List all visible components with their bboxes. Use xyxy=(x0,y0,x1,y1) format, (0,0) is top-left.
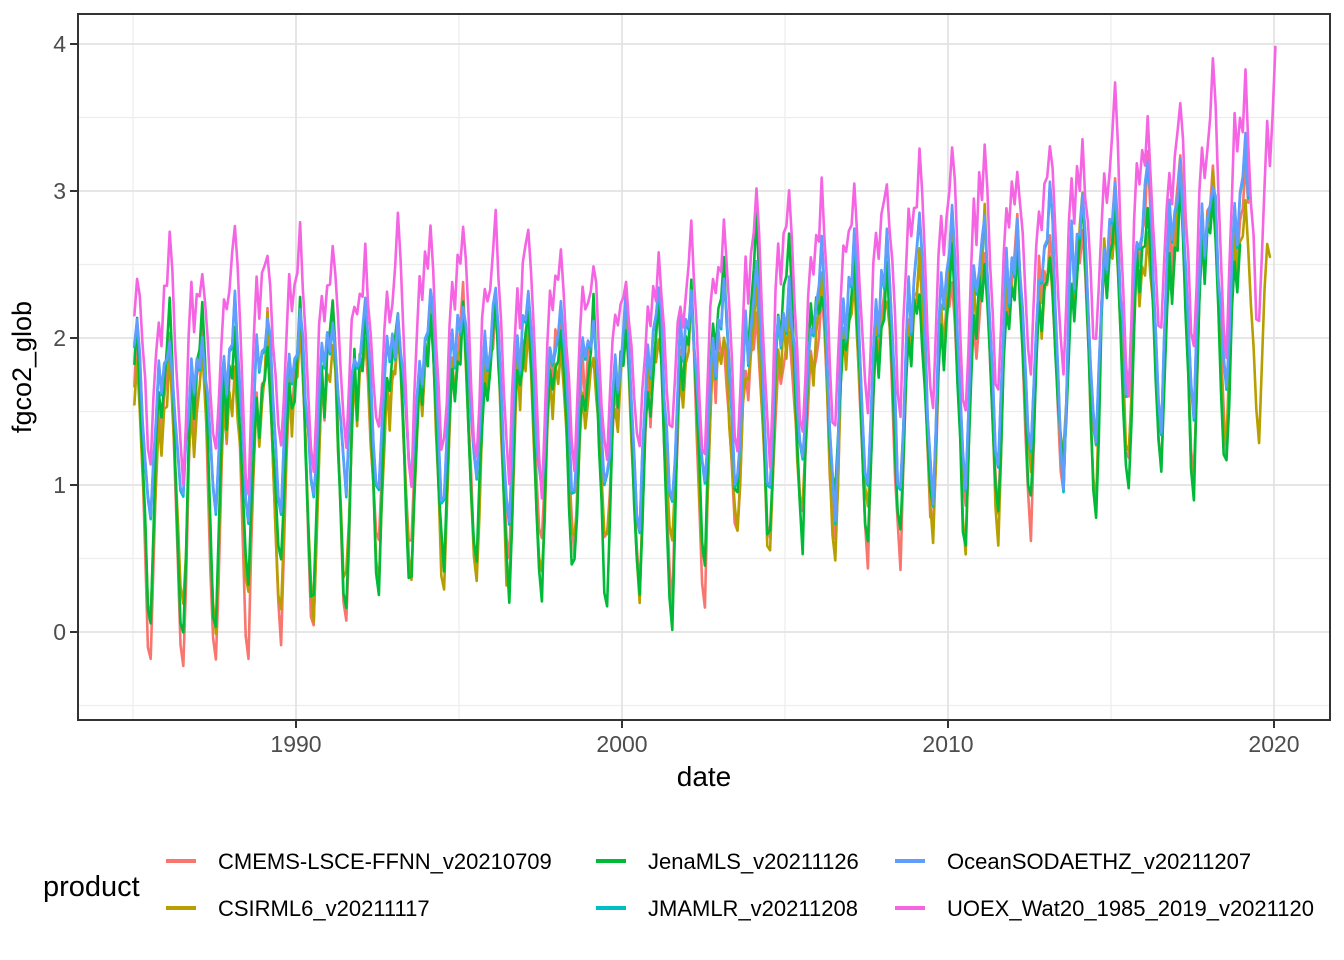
y-tick-label: 2 xyxy=(53,325,66,351)
x-tick-label: 2010 xyxy=(922,731,973,757)
x-tick-labels: 1990 2000 2010 2020 xyxy=(270,731,1299,757)
legend-label: CMEMS-LSCE-FFNN_v20210709 xyxy=(218,849,552,874)
x-tick-label: 2000 xyxy=(596,731,647,757)
chart-svg: 1990 2000 2010 2020 0 1 2 3 4 date fgco2_glob p… xyxy=(0,0,1344,960)
legend-title: product xyxy=(43,871,140,903)
legend-label: OceanSODAETHZ_v20211207 xyxy=(947,849,1251,874)
x-tick-label: 1990 xyxy=(270,731,321,757)
y-axis-label: fgco2_glob xyxy=(7,301,37,433)
x-tick-label: 2020 xyxy=(1248,731,1299,757)
y-tick-label: 0 xyxy=(53,619,66,645)
y-tick-label: 1 xyxy=(53,472,66,498)
legend-label: CSIRML6_v20211117 xyxy=(218,896,430,921)
y-tick-label: 4 xyxy=(53,31,66,57)
legend-label: JenaMLS_v20211126 xyxy=(648,849,859,874)
legend-entries: CMEMS-LSCE-FFNN_v20210709 CSIRML6_v202111… xyxy=(166,849,1314,921)
x-axis-label: date xyxy=(677,761,732,792)
y-tick-labels: 0 1 2 3 4 xyxy=(53,31,66,645)
plot-page: 1990 2000 2010 2020 0 1 2 3 4 date fgco2_glob p… xyxy=(0,0,1344,960)
legend: product CMEMS-LSCE-FFNN_v20210709 CSIRML6… xyxy=(43,849,1314,921)
y-tick-label: 3 xyxy=(53,178,66,204)
legend-label: JMAMLR_v20211208 xyxy=(648,896,858,921)
legend-label: UOEX_Wat20_1985_2019_v2021120 xyxy=(947,896,1314,921)
